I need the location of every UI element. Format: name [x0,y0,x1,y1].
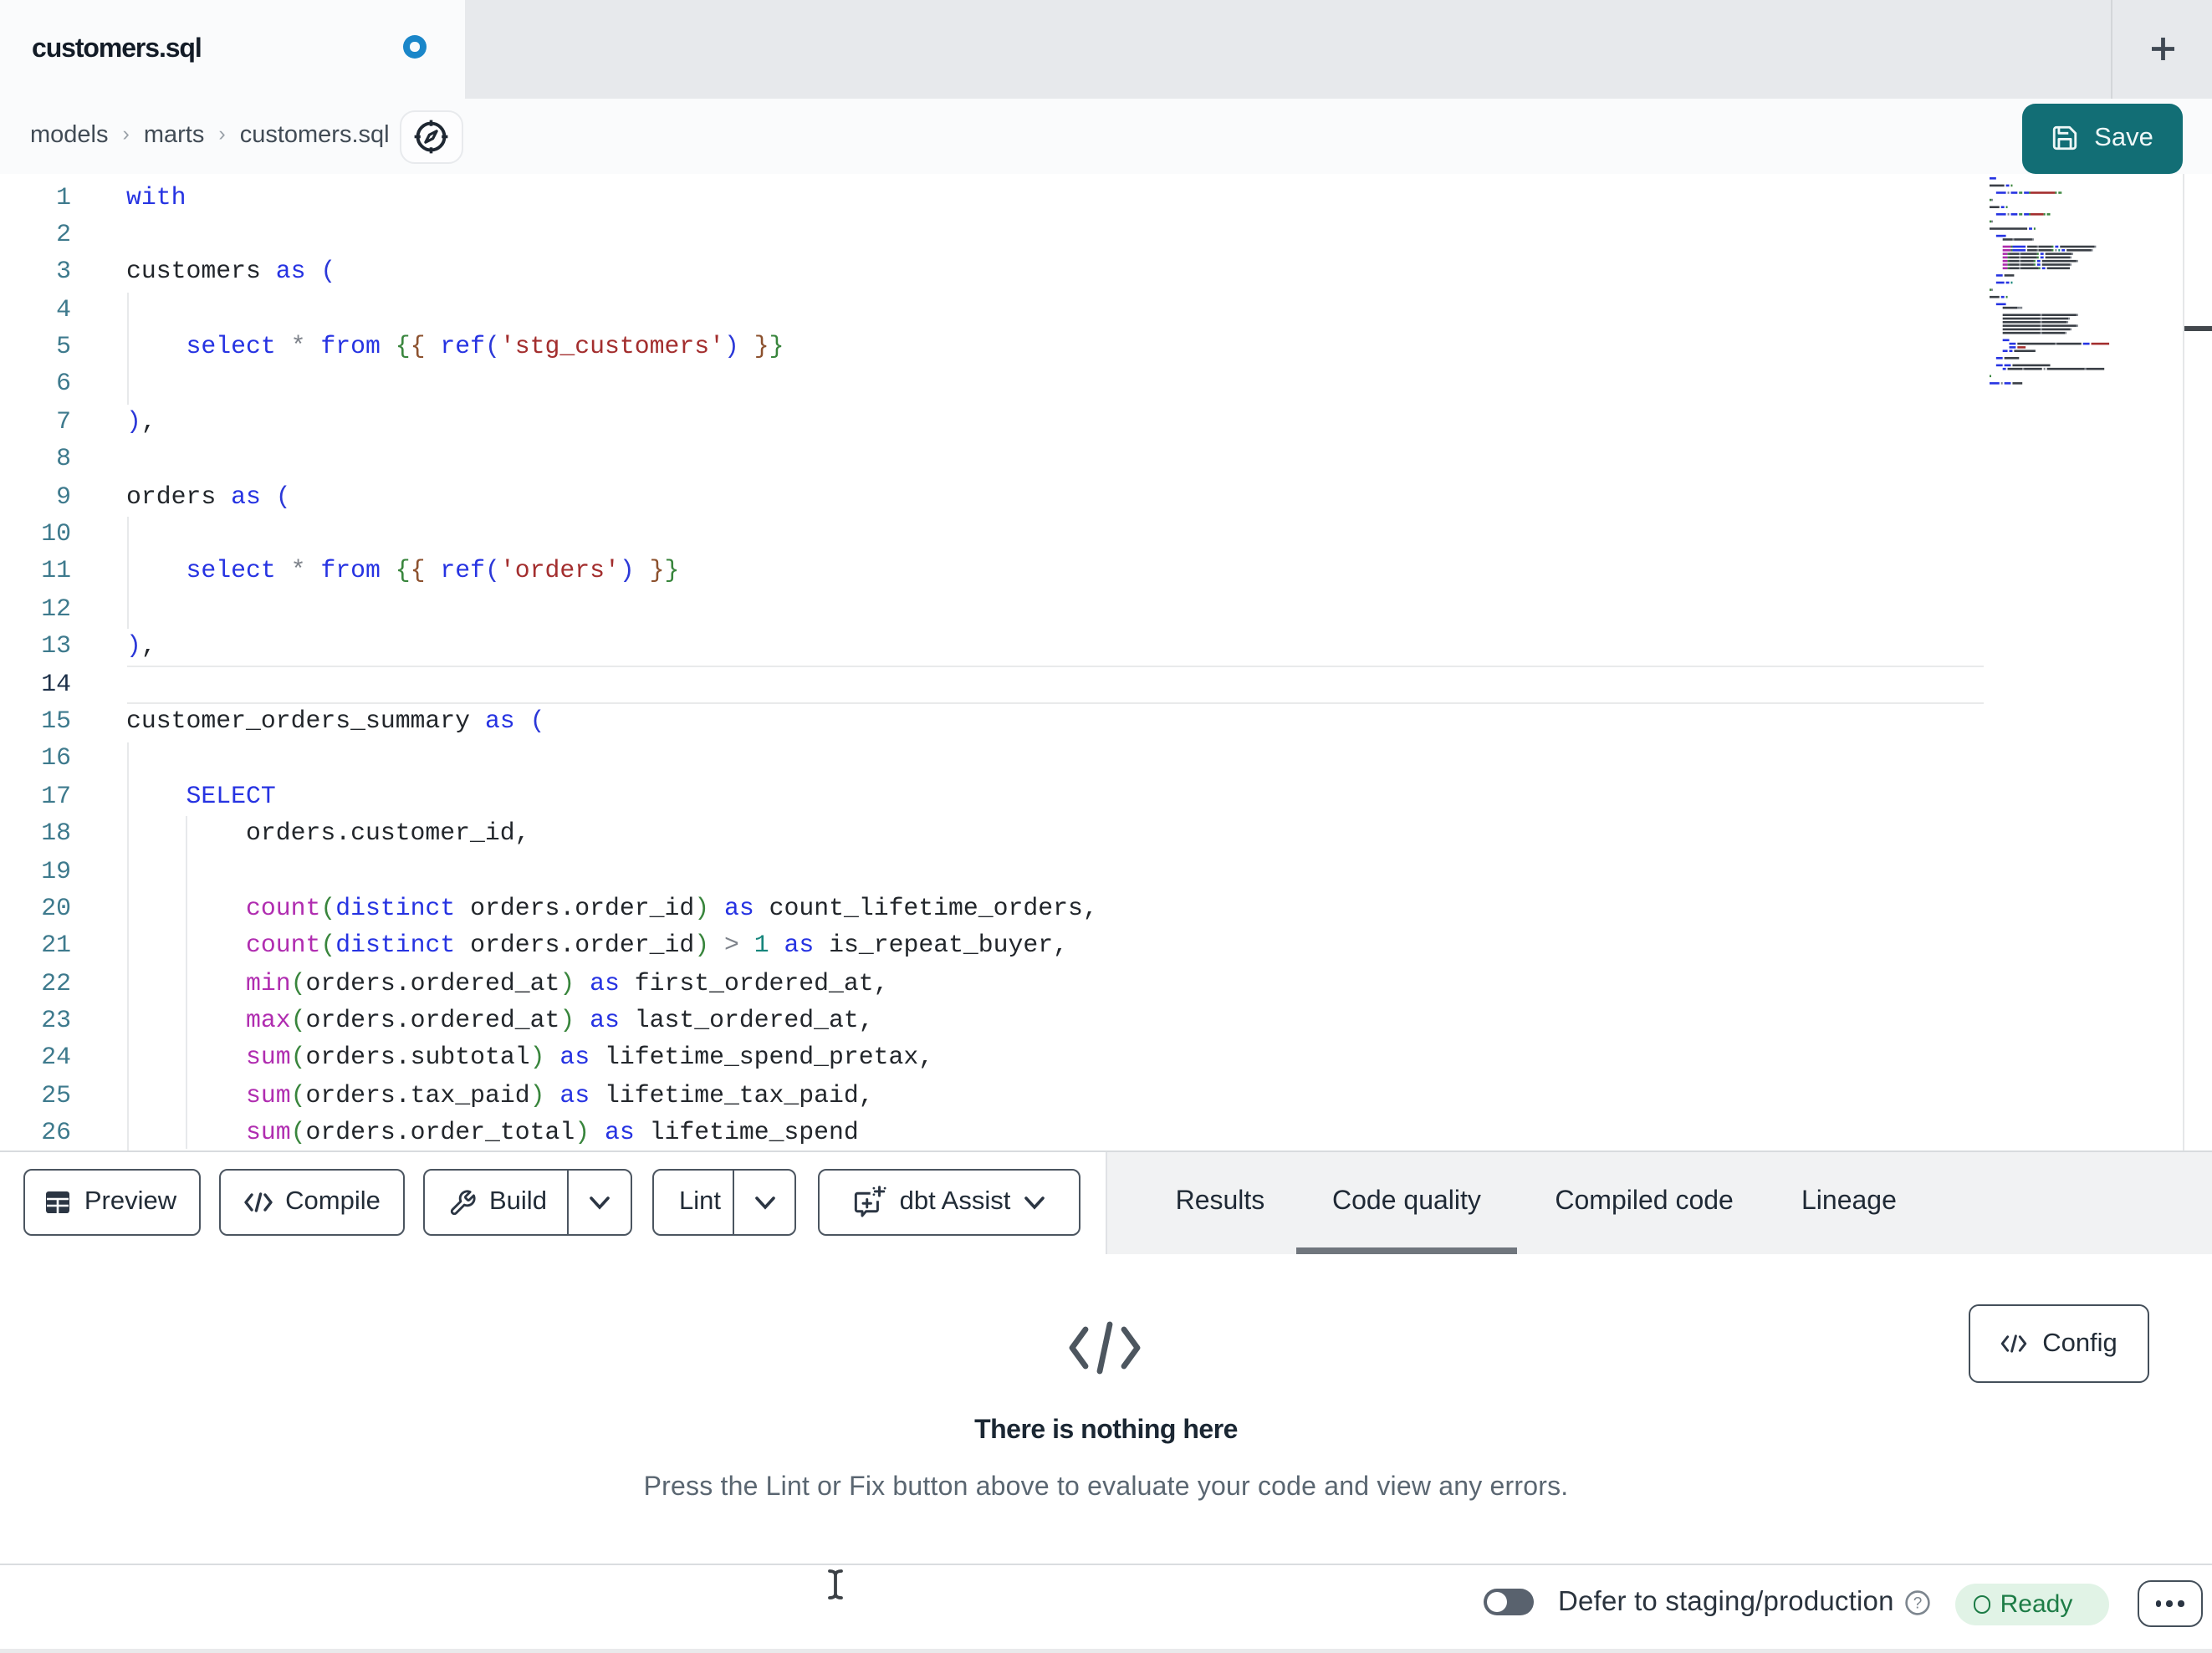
svg-text:?: ? [1913,1594,1923,1612]
